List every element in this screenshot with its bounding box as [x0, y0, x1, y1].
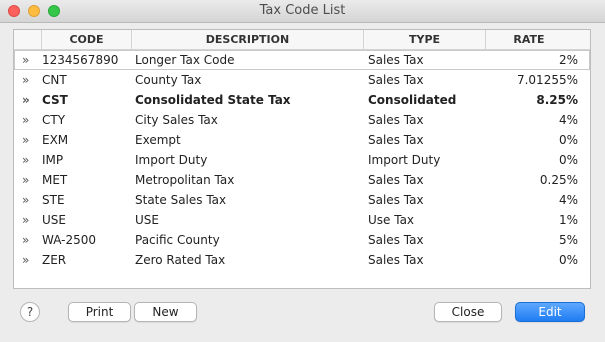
cell-type: Sales Tax	[368, 73, 424, 87]
double-chevron-right-icon[interactable]: »	[22, 190, 36, 210]
cell-rate: 2%	[558, 53, 578, 67]
cell-type: Sales Tax	[368, 173, 424, 187]
table-header: CODE DESCRIPTION TYPE RATE	[14, 30, 590, 50]
print-button[interactable]: Print	[68, 302, 131, 322]
cell-code: CST	[42, 93, 68, 107]
cell-type: Consolidated	[368, 93, 457, 107]
cell-rate: 8.25%	[536, 93, 578, 107]
cell-rate: 0%	[558, 133, 578, 147]
cell-description: State Sales Tax	[135, 193, 227, 207]
cell-rate: 0%	[558, 153, 578, 167]
cell-type: Sales Tax	[368, 133, 424, 147]
table-row[interactable]: » MET Metropolitan Tax Sales Tax 0.25%	[14, 170, 590, 190]
cell-code: USE	[42, 213, 66, 227]
cell-rate: 7.01255%	[516, 73, 578, 87]
cell-code: CTY	[42, 113, 66, 127]
cell-type: Sales Tax	[368, 53, 424, 67]
table-row[interactable]: » CTY City Sales Tax Sales Tax 4%	[14, 110, 590, 130]
double-chevron-right-icon[interactable]: »	[22, 150, 36, 170]
cell-description: Consolidated State Tax	[135, 93, 291, 107]
column-header-rate[interactable]: RATE	[486, 30, 572, 49]
double-chevron-right-icon[interactable]: »	[22, 70, 36, 90]
cell-rate: 4%	[558, 113, 578, 127]
cell-code: 1234567890	[42, 53, 119, 67]
double-chevron-right-icon[interactable]: »	[22, 210, 36, 230]
cell-code: ZER	[42, 253, 67, 267]
header-spacer	[14, 30, 42, 49]
cell-code: MET	[42, 173, 68, 187]
cell-type: Sales Tax	[368, 233, 424, 247]
cell-description: Longer Tax Code	[135, 53, 235, 67]
close-button[interactable]: Close	[434, 302, 502, 322]
cell-type: Import Duty	[368, 153, 441, 167]
title-bar: Tax Code List	[0, 0, 605, 23]
tax-code-table[interactable]: CODE DESCRIPTION TYPE RATE » 1234567890 Lo…	[13, 29, 591, 289]
table-row[interactable]: » WA-2500 Pacific County Sales Tax 5%	[14, 230, 590, 250]
cell-type: Sales Tax	[368, 193, 424, 207]
cell-description: USE	[135, 213, 159, 227]
new-button[interactable]: New	[134, 302, 197, 322]
table-row[interactable]: » 1234567890 Longer Tax Code Sales Tax 2%	[14, 50, 590, 70]
cell-description: Import Duty	[135, 153, 208, 167]
cell-code: STE	[42, 193, 65, 207]
table-row[interactable]: » IMP Import Duty Import Duty 0%	[14, 150, 590, 170]
cell-rate: 5%	[558, 233, 578, 247]
cell-rate: 4%	[558, 193, 578, 207]
cell-type: Use Tax	[368, 213, 415, 227]
table-row[interactable]: » CNT County Tax Sales Tax 7.01255%	[14, 70, 590, 90]
table-row[interactable]: » STE State Sales Tax Sales Tax 4%	[14, 190, 590, 210]
help-button[interactable]: ?	[20, 302, 40, 322]
cell-rate: 0%	[558, 253, 578, 267]
double-chevron-right-icon[interactable]: »	[22, 250, 36, 270]
cell-rate: 0.25%	[539, 173, 578, 187]
column-header-description[interactable]: DESCRIPTION	[132, 30, 364, 49]
double-chevron-right-icon[interactable]: »	[22, 90, 36, 110]
window-title: Tax Code List	[259, 3, 346, 18]
cell-code: CNT	[42, 73, 67, 87]
cell-code: IMP	[42, 153, 64, 167]
cell-description: Zero Rated Tax	[135, 253, 226, 267]
cell-code: EXM	[42, 133, 69, 147]
double-chevron-right-icon[interactable]: »	[22, 170, 36, 190]
cell-code: WA-2500	[42, 233, 97, 247]
double-chevron-right-icon[interactable]: »	[22, 230, 36, 250]
double-chevron-right-icon[interactable]: »	[22, 130, 36, 150]
cell-description: City Sales Tax	[135, 113, 218, 127]
column-header-code[interactable]: CODE	[42, 30, 132, 49]
table-body: » 1234567890 Longer Tax Code Sales Tax 2% » CN…	[14, 50, 590, 270]
cell-type: Sales Tax	[368, 113, 424, 127]
edit-button[interactable]: Edit	[515, 302, 585, 322]
table-row[interactable]: » EXM Exempt Sales Tax 0%	[14, 130, 590, 150]
cell-description: Pacific County	[135, 233, 220, 247]
double-chevron-right-icon[interactable]: »	[22, 50, 36, 70]
table-row[interactable]: » CST Consolidated State Tax Consolidated 8.…	[14, 90, 590, 110]
table-row[interactable]: » ZER Zero Rated Tax Sales Tax 0%	[14, 250, 590, 270]
double-chevron-right-icon[interactable]: »	[22, 110, 36, 130]
cell-description: Metropolitan Tax	[135, 173, 235, 187]
cell-description: County Tax	[135, 73, 202, 87]
cell-rate: 1%	[558, 213, 578, 227]
cell-description: Exempt	[135, 133, 181, 147]
table-row[interactable]: » USE USE Use Tax 1%	[14, 210, 590, 230]
cell-type: Sales Tax	[368, 253, 424, 267]
column-header-type[interactable]: TYPE	[364, 30, 486, 49]
